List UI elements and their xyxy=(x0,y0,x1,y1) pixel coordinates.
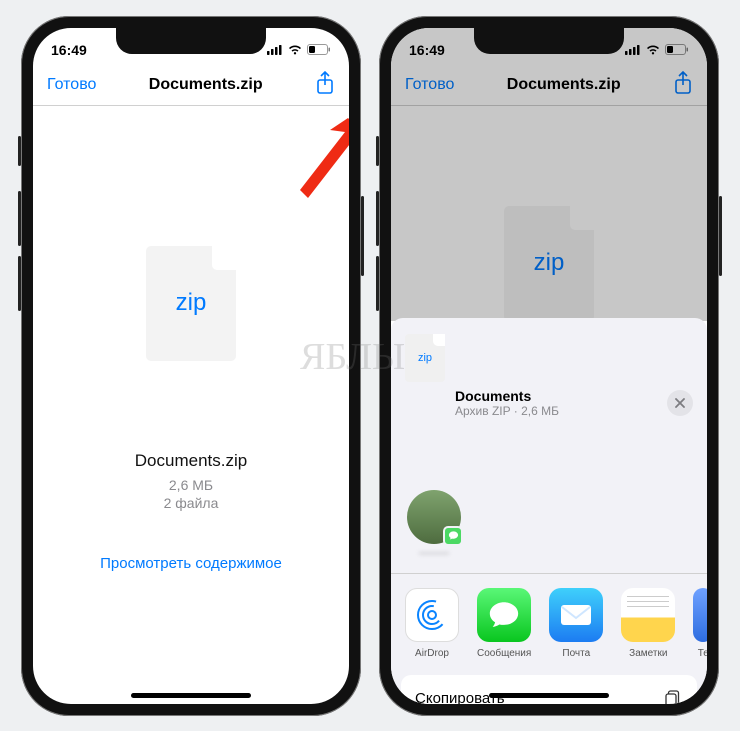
share-contacts-row: ——— xyxy=(391,484,707,574)
done-button[interactable]: Готово xyxy=(47,76,96,94)
app-label: Почта xyxy=(562,648,590,659)
wifi-icon xyxy=(645,44,661,55)
contact-avatar xyxy=(407,490,461,544)
battery-icon xyxy=(665,44,689,55)
contact-name: ——— xyxy=(419,548,449,559)
share-apps-row: AirDrop Сообщения Почта Заметки xyxy=(391,574,707,675)
notes-icon xyxy=(621,588,675,642)
page-title: Documents.zip xyxy=(454,76,673,94)
app-label: Те xyxy=(698,648,707,659)
app-label: AirDrop xyxy=(415,648,449,659)
share-sheet: zip Documents Архив ZIP · 2,6 МБ xyxy=(391,318,707,704)
file-icon: zip xyxy=(146,246,236,361)
file-ext-label: zip xyxy=(176,289,207,317)
dimmed-background[interactable]: 16:49 Готово Documents.zip xyxy=(391,28,707,321)
file-size: 2,6 МБ xyxy=(169,477,213,493)
battery-icon xyxy=(307,44,331,55)
page-title: Documents.zip xyxy=(96,76,315,94)
file-ext-label: zip xyxy=(534,249,565,277)
phone-left: 16:49 Готово Documents.zip zip Documents… xyxy=(21,16,361,716)
messages-icon xyxy=(477,588,531,642)
share-contact[interactable]: ——— xyxy=(405,490,463,559)
copy-icon xyxy=(663,689,683,704)
sheet-file-icon: zip xyxy=(405,334,445,382)
airdrop-icon xyxy=(405,588,459,642)
app-label: Сообщения xyxy=(477,648,531,659)
nav-bar: Готово Documents.zip xyxy=(391,66,707,106)
app-icon xyxy=(693,588,707,642)
action-copy[interactable]: Скопировать xyxy=(401,675,697,704)
callout-arrow xyxy=(278,118,349,208)
done-button[interactable]: Готово xyxy=(405,76,454,94)
mail-icon xyxy=(549,588,603,642)
file-ext-label: zip xyxy=(418,352,432,364)
close-button[interactable] xyxy=(667,390,693,416)
file-icon: zip xyxy=(504,206,594,321)
close-icon xyxy=(675,398,685,408)
app-mail[interactable]: Почта xyxy=(549,588,603,659)
app-label: Заметки xyxy=(629,648,667,659)
notch xyxy=(116,28,266,54)
share-button[interactable] xyxy=(315,71,335,100)
phone-right: 16:49 Готово Documents.zip xyxy=(379,16,719,716)
messages-badge-icon xyxy=(443,526,463,546)
share-icon xyxy=(673,71,693,95)
app-more[interactable]: Те xyxy=(693,588,707,659)
action-list: Скопировать Сохранить в «Файлы» xyxy=(391,675,707,704)
app-airdrop[interactable]: AirDrop xyxy=(405,588,459,659)
share-button[interactable] xyxy=(673,71,693,100)
app-messages[interactable]: Сообщения xyxy=(477,588,531,659)
home-indicator[interactable] xyxy=(489,693,609,698)
sheet-subtitle: Архив ZIP · 2,6 МБ xyxy=(455,404,667,418)
view-contents-link[interactable]: Просмотреть содержимое xyxy=(100,555,282,572)
share-icon xyxy=(315,71,335,95)
nav-bar: Готово Documents.zip xyxy=(33,66,349,106)
home-indicator[interactable] xyxy=(131,693,251,698)
file-count: 2 файла xyxy=(164,495,219,511)
signal-icon xyxy=(267,44,283,55)
wifi-icon xyxy=(287,44,303,55)
status-time: 16:49 xyxy=(51,42,87,58)
app-notes[interactable]: Заметки xyxy=(621,588,675,659)
file-name: Documents.zip xyxy=(135,451,247,471)
status-time: 16:49 xyxy=(409,42,445,58)
sheet-title: Documents xyxy=(455,388,667,404)
notch xyxy=(474,28,624,54)
signal-icon xyxy=(625,44,641,55)
